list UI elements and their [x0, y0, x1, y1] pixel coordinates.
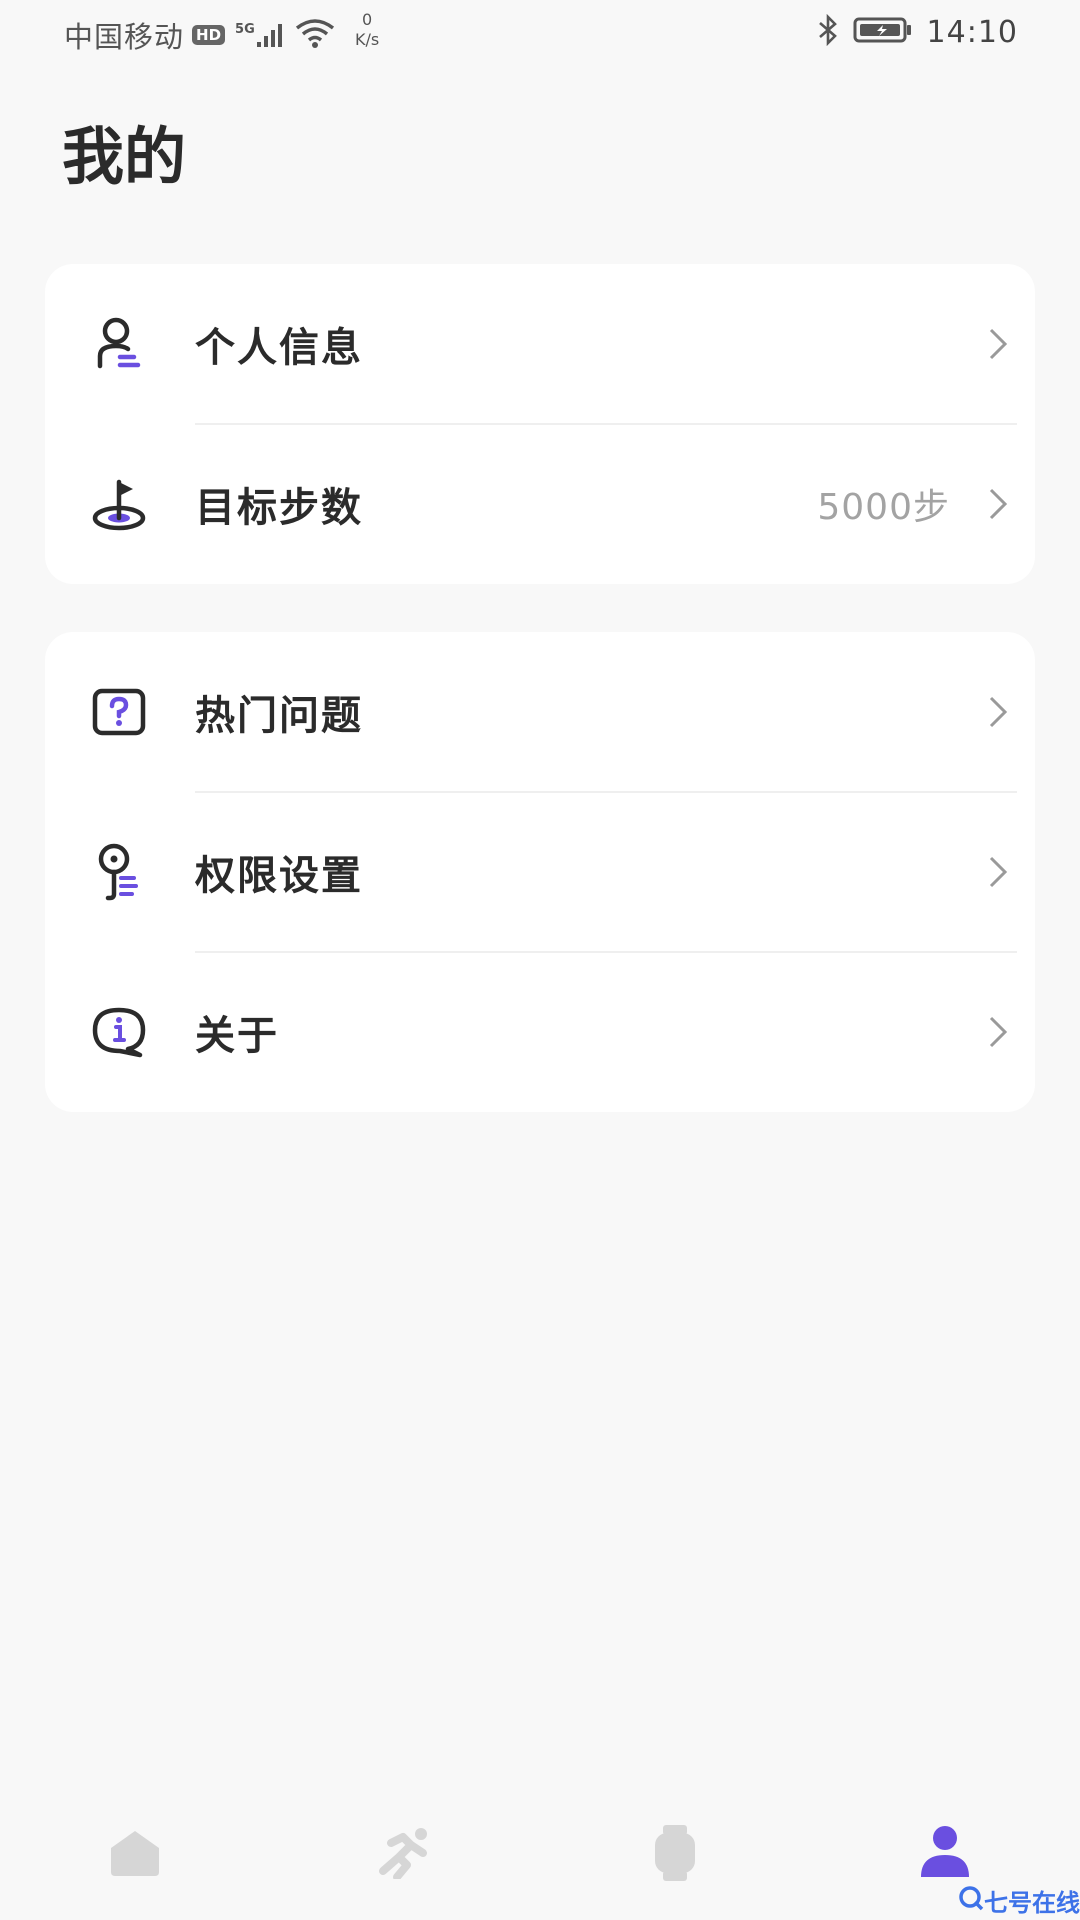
- network-speed: 0 K/s: [355, 10, 380, 49]
- sport-icon: [377, 1827, 433, 1883]
- list-item-label: 个人信息: [195, 325, 363, 371]
- chevron-right-icon: [983, 484, 1013, 524]
- list-item-faq[interactable]: 热门问题: [45, 632, 1035, 792]
- list-item-label: 关于: [195, 1013, 279, 1059]
- page-title: 我的: [62, 120, 187, 193]
- bottom-tab-bar: 七号在线: [0, 1790, 1080, 1920]
- target-steps-value: 5000步: [817, 487, 950, 528]
- profile-icon: [917, 1825, 973, 1885]
- clock: 14:10: [926, 14, 1018, 50]
- home-icon: [107, 1828, 163, 1882]
- wifi-icon: [295, 18, 335, 52]
- list-item-target-steps[interactable]: 目标步数 5000步: [45, 424, 1035, 584]
- watermark-logo-icon: [958, 1885, 984, 1917]
- question-icon: [89, 682, 149, 742]
- hd-badge: HD: [192, 25, 226, 45]
- chevron-right-icon: [983, 852, 1013, 892]
- status-bar: 中国移动 HD 5G 0 K/s 14:10: [0, 0, 1080, 70]
- list-item-label: 目标步数: [195, 485, 363, 531]
- list-item-about[interactable]: 关于: [45, 952, 1035, 1112]
- tab-sport[interactable]: [370, 1820, 440, 1890]
- chevron-right-icon: [983, 1012, 1013, 1052]
- watch-icon: [651, 1825, 699, 1885]
- tab-home[interactable]: [100, 1820, 170, 1890]
- help-settings-card: 热门问题 权限设置 关于: [45, 632, 1035, 1112]
- tab-profile[interactable]: [910, 1820, 980, 1890]
- list-item-personal-info[interactable]: 个人信息: [45, 264, 1035, 424]
- profile-settings-card: 个人信息 目标步数 5000步: [45, 264, 1035, 584]
- list-item-label: 热门问题: [195, 693, 363, 739]
- chevron-right-icon: [983, 692, 1013, 732]
- key-icon: [89, 842, 149, 902]
- bluetooth-icon: [817, 13, 839, 50]
- battery-icon: [853, 16, 913, 48]
- goal-flag-icon: [89, 474, 149, 534]
- info-icon: [89, 1002, 149, 1062]
- chevron-right-icon: [983, 324, 1013, 364]
- list-item-permissions[interactable]: 权限设置: [45, 792, 1035, 952]
- person-icon: [89, 314, 149, 374]
- tab-device[interactable]: [640, 1820, 710, 1890]
- signal-5g-icon: 5G: [235, 22, 285, 48]
- carrier-name: 中国移动: [64, 20, 185, 54]
- watermark: 七号在线: [958, 1883, 1080, 1918]
- list-item-label: 权限设置: [195, 853, 363, 899]
